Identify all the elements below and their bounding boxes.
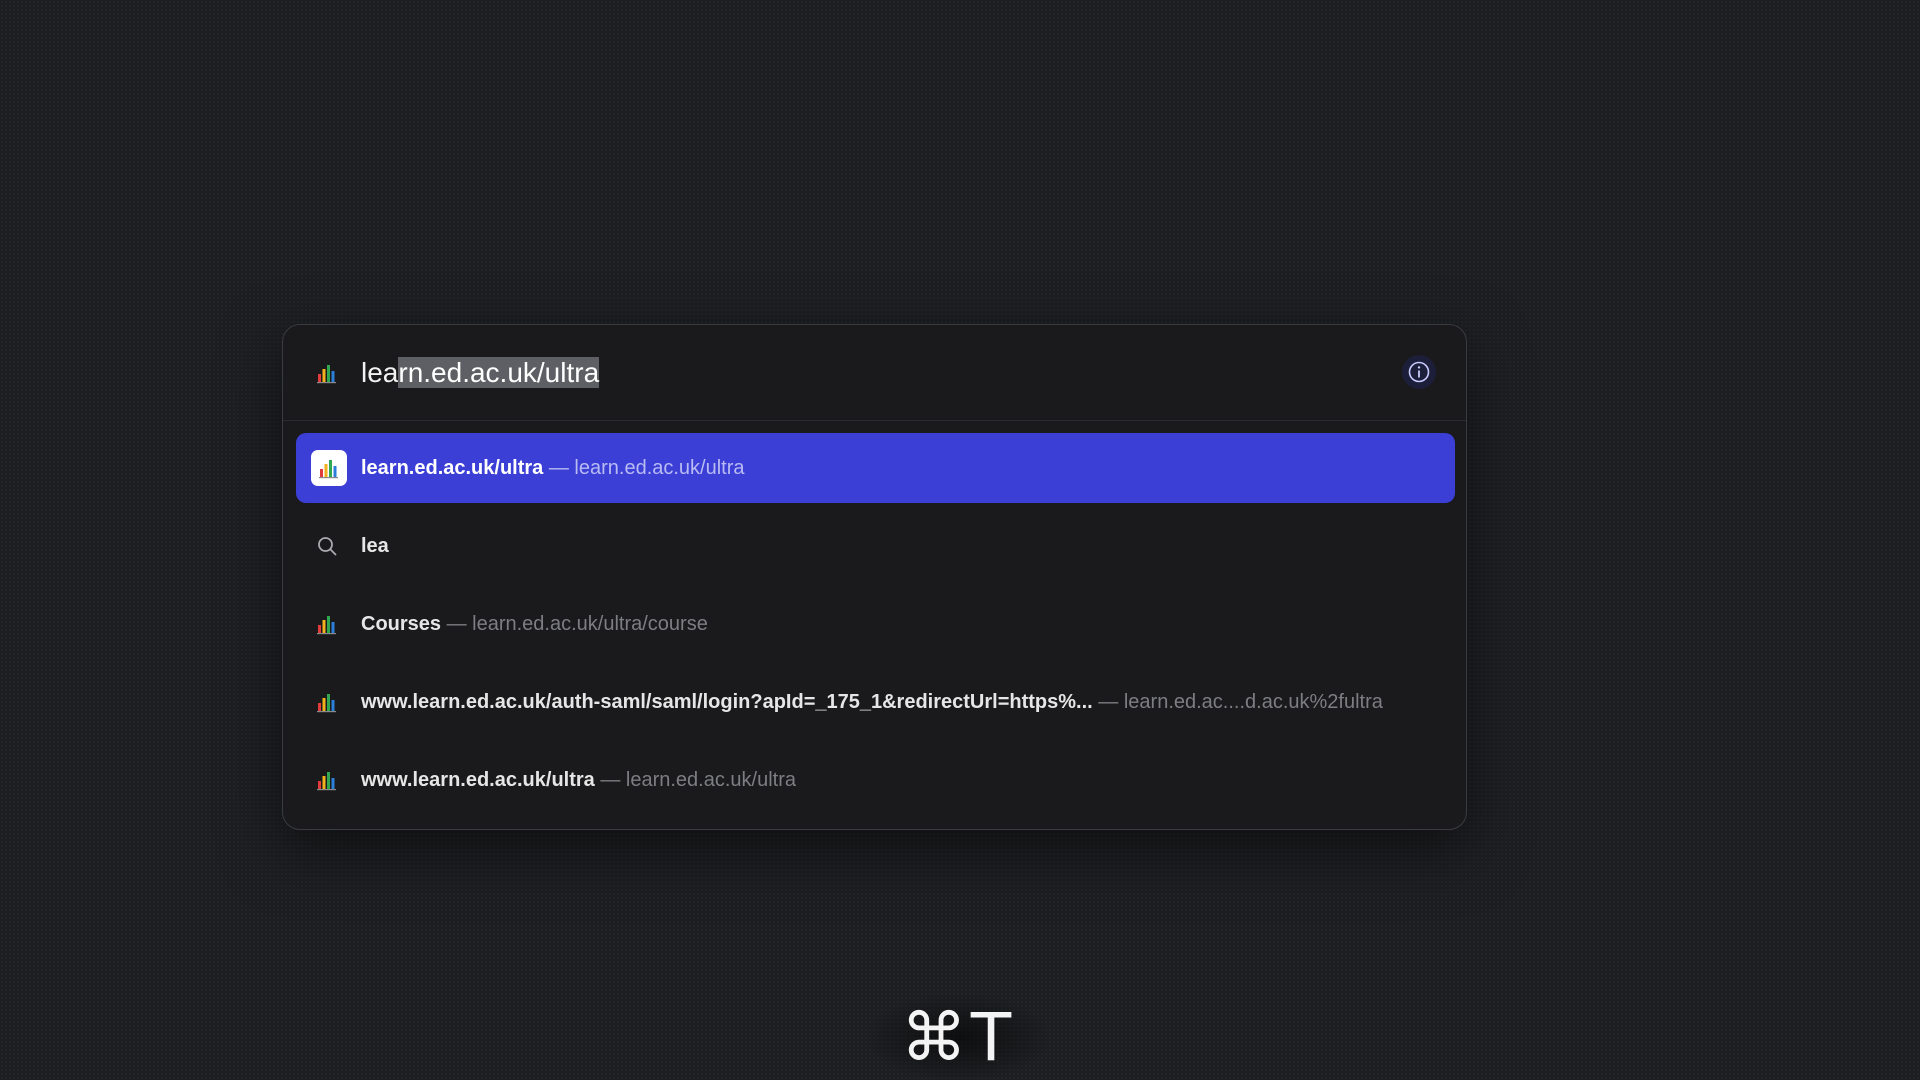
search-suggestion-row[interactable]: lea (296, 511, 1455, 581)
command-palette: learn.ed.ac.uk/ultra learn.ed.ac.uk/ultr… (282, 324, 1467, 830)
search-query: lea (361, 535, 389, 557)
search-icon (318, 537, 337, 556)
suggestion-url: learn.ed.ac....d.ac.uk%2fultra (1123, 691, 1383, 713)
suggestion-separator: — (548, 457, 569, 479)
suggestion-title: learn.ed.ac.uk/ultra (361, 457, 544, 479)
suggestion-row[interactable]: www.learn.ed.ac.uk/ultra — learn.ed.ac.u… (296, 745, 1455, 815)
suggestion-url: learn.ed.ac.uk/ultra (625, 769, 797, 791)
address-bar[interactable]: learn.ed.ac.uk/ultra (283, 325, 1466, 421)
suggestion-url: learn.ed.ac.uk/ultra (574, 457, 745, 479)
divider (283, 420, 1466, 421)
autocomplete-selection: rn.ed.ac.uk/ultra (398, 357, 600, 388)
site-favicon-icon (316, 691, 338, 713)
address-input[interactable]: learn.ed.ac.uk/ultra (361, 356, 600, 390)
suggestion-row[interactable]: learn.ed.ac.uk/ultra — learn.ed.ac.uk/ul… (296, 433, 1455, 503)
suggestion-title: Courses (361, 613, 442, 635)
suggestion-url: learn.ed.ac.uk/ultra/course (472, 613, 708, 635)
site-favicon-icon (316, 362, 338, 384)
site-favicon-icon (316, 613, 338, 635)
suggestion-separator: — (600, 769, 621, 791)
site-favicon-icon (316, 769, 338, 791)
site-info-button[interactable] (1402, 355, 1436, 389)
suggestion-title: www.learn.ed.ac.uk/auth-saml/saml/login?… (361, 691, 1093, 713)
suggestion-separator: — (446, 613, 467, 635)
suggestion-row[interactable]: www.learn.ed.ac.uk/auth-saml/saml/login?… (296, 667, 1455, 737)
suggestion-separator: — (1098, 691, 1119, 713)
info-icon (1408, 361, 1430, 383)
suggestion-row[interactable]: Courses — learn.ed.ac.uk/ultra/course (296, 589, 1455, 659)
suggestion-title: www.learn.ed.ac.uk/ultra (361, 769, 595, 791)
site-favicon-icon (311, 450, 347, 486)
keyboard-shortcut-hint: ⌘T (868, 995, 1048, 1080)
typed-text: lea (361, 357, 399, 388)
